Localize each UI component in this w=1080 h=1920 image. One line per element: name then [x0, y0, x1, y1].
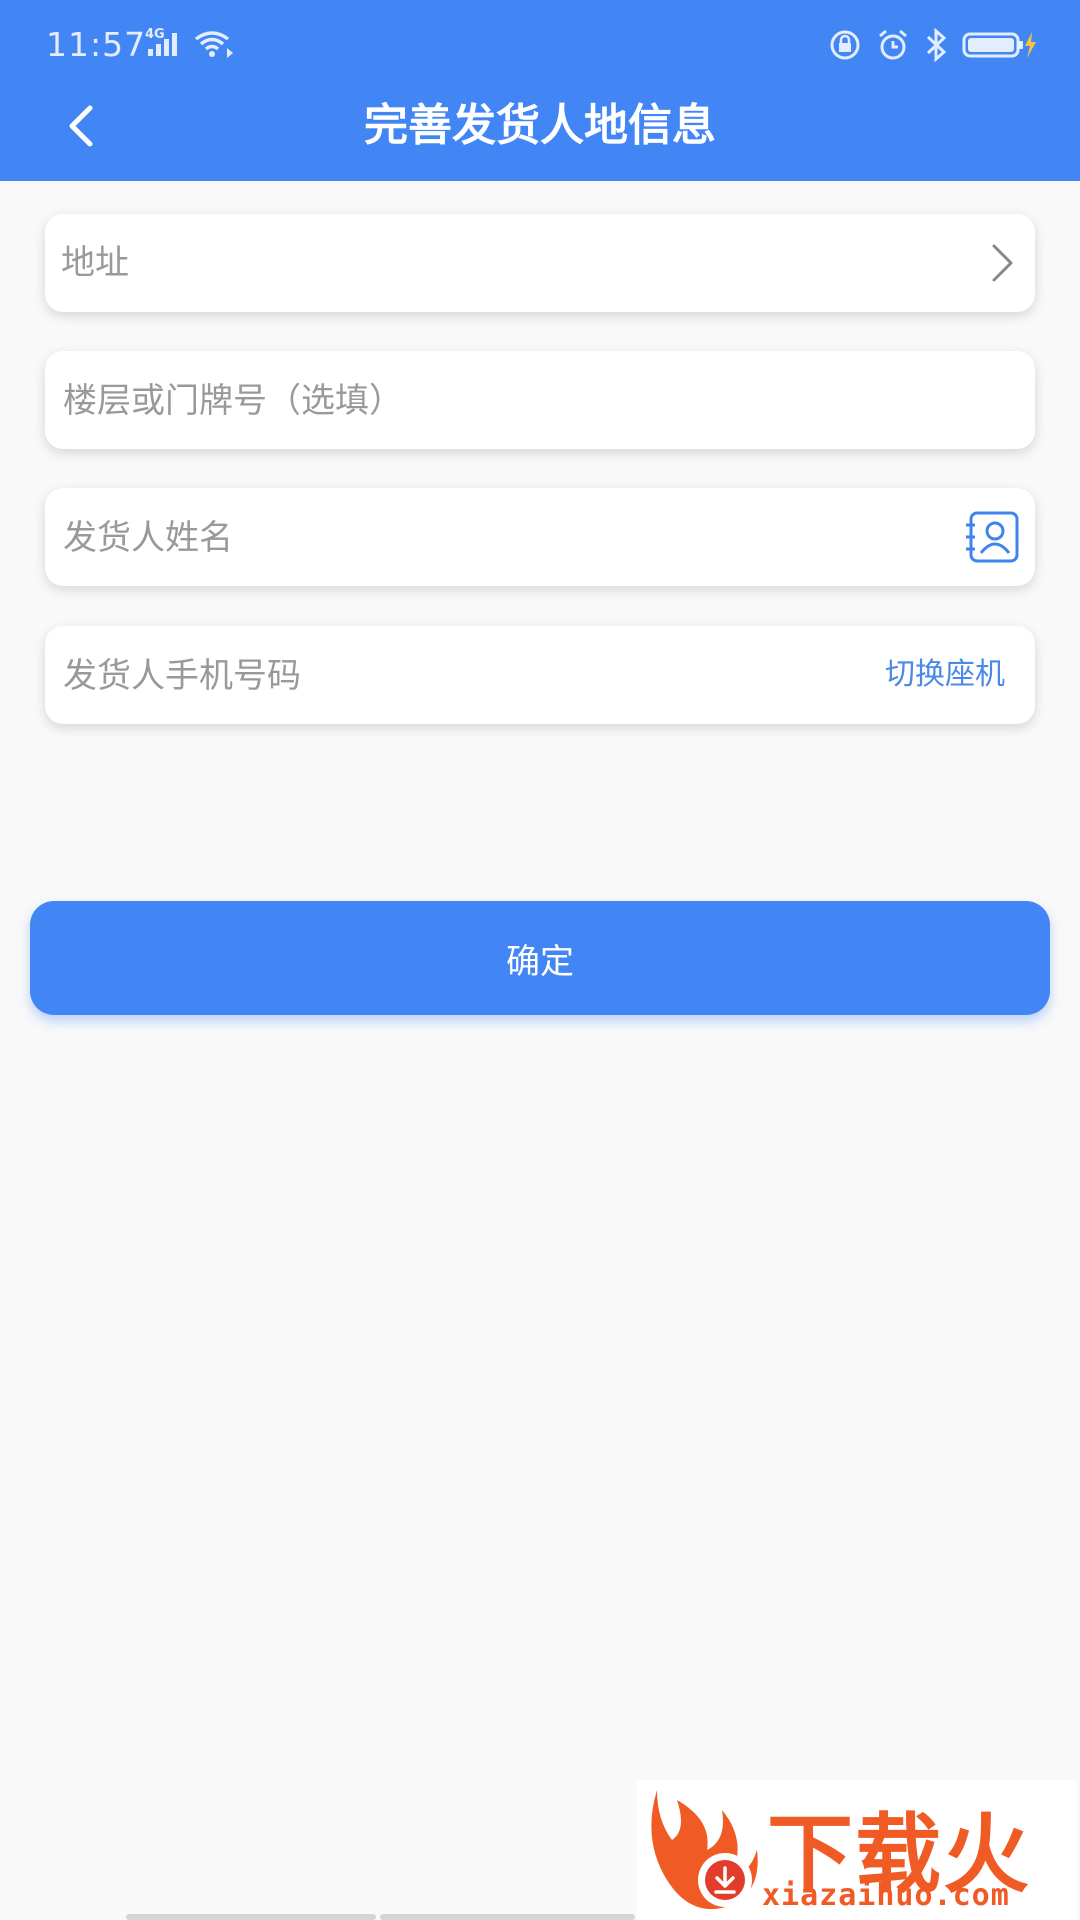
app-header: 11:57 4G 完善发货人地信息 [0, 0, 1080, 181]
alarm-icon [876, 28, 910, 62]
status-time: 11:57 [46, 25, 147, 64]
floor-input[interactable] [61, 351, 885, 451]
name-field[interactable] [45, 488, 1035, 588]
address-field[interactable]: 地址 [45, 214, 1035, 312]
confirm-button[interactable]: 确定 [30, 901, 1050, 1015]
nav-bar: 完善发货人地信息 [0, 92, 1080, 181]
lock-rotation-icon [828, 28, 862, 62]
switch-landline-link[interactable]: 切换座机 [885, 626, 1005, 724]
phone-input[interactable] [61, 626, 845, 726]
contacts-icon[interactable] [965, 511, 1019, 563]
status-bar: 11:57 4G [0, 0, 1080, 92]
address-placeholder: 地址 [61, 243, 129, 283]
bluetooth-icon [924, 27, 948, 63]
home-indicator-second [380, 1914, 635, 1920]
battery-charging-icon [962, 30, 1038, 60]
flame-logo-icon [651, 1790, 758, 1910]
signal-icon: 4G [145, 27, 185, 57]
wifi-icon [193, 30, 235, 58]
status-right-icons [828, 27, 1038, 63]
watermark-domain: xiazaihuo.com [762, 1878, 1010, 1913]
page-title: 完善发货人地信息 [364, 100, 716, 151]
watermark: 下载火 xiazaihuo.com [637, 1780, 1077, 1920]
status-left-icons: 4G [145, 27, 235, 58]
name-input[interactable] [61, 488, 825, 588]
chevron-right-icon [992, 244, 1013, 282]
phone-field[interactable]: 切换座机 [45, 626, 1035, 726]
home-indicator [126, 1914, 376, 1920]
floor-field[interactable] [45, 351, 1035, 451]
